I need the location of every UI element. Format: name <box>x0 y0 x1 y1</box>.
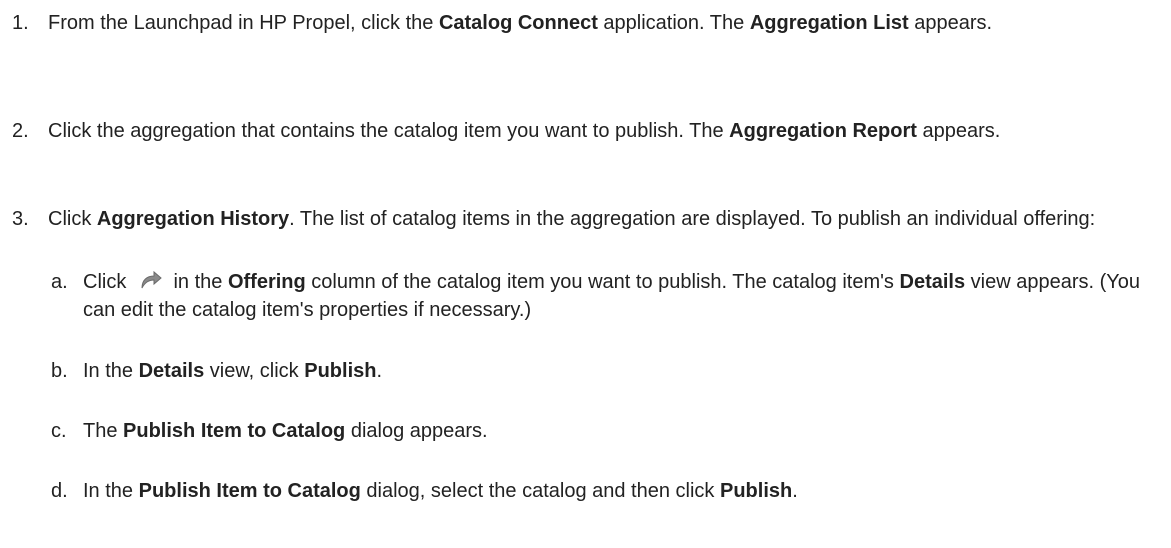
bold-term: Publish Item to Catalog <box>123 420 346 442</box>
text-run: . The list of catalog items in the aggre… <box>289 208 1096 230</box>
substep-text: Click in the Offering column of the cata… <box>83 268 1163 324</box>
text-run: Click <box>83 271 132 293</box>
bold-term: Publish Item to Catalog <box>138 480 361 502</box>
text-run: appears. <box>916 120 1001 142</box>
bold-term: Offering <box>227 271 306 293</box>
substep-text: The Publish Item to Catalog dialog appea… <box>83 417 1163 445</box>
text-run: Click <box>48 208 97 230</box>
text-run: In the <box>83 480 139 502</box>
text-run: In the <box>83 360 139 382</box>
procedure-document: 1. From the Launchpad in HP Propel, clic… <box>0 0 1171 548</box>
step-number: 3. <box>12 208 29 230</box>
step-2: 2. Click the aggregation that contains t… <box>0 117 1163 145</box>
text-run: column of the catalog item you want to p… <box>305 271 900 293</box>
step-text: From the Launchpad in HP Propel, click t… <box>48 9 1163 37</box>
bold-term: Aggregation History <box>96 208 290 230</box>
bold-term: Publish <box>719 480 793 502</box>
substep-letter: d. <box>51 480 68 502</box>
redo-arrow-icon <box>141 270 162 289</box>
substep-text: In the Details view, click Publish. <box>83 357 1163 385</box>
text-run: in the <box>167 271 228 293</box>
step-number: 2. <box>12 120 29 142</box>
step-3: 3. Click Aggregation History. The list o… <box>0 205 1163 233</box>
substep-a: a. Click in the Offering column of the c… <box>0 268 1163 324</box>
text-run: . <box>792 480 798 502</box>
text-run: . <box>376 360 383 382</box>
substep-letter: a. <box>51 271 68 293</box>
text-run: Click the aggregation that contains the … <box>48 120 730 142</box>
step-1: 1. From the Launchpad in HP Propel, clic… <box>0 9 1163 37</box>
bold-term: Details <box>899 271 966 293</box>
substep-d: d. In the Publish Item to Catalog dialog… <box>0 477 1163 505</box>
bold-term: Catalog Connect <box>438 12 598 34</box>
text-run: The <box>83 420 124 442</box>
bold-term: Details <box>138 360 205 382</box>
bold-term: Publish <box>304 360 377 382</box>
bold-term: Aggregation Report <box>729 120 917 142</box>
text-run: dialog, select the catalog and then clic… <box>360 480 720 502</box>
text-run: appears. <box>908 12 993 34</box>
step-text: Click the aggregation that contains the … <box>48 117 1163 145</box>
text-run: From the Launchpad in HP Propel, click t… <box>48 12 439 34</box>
substep-c: c. The Publish Item to Catalog dialog ap… <box>0 417 1163 445</box>
substep-letter: b. <box>51 360 68 382</box>
text-run: dialog appears. <box>345 420 488 442</box>
substep-letter: c. <box>51 420 67 442</box>
bold-term: Aggregation List <box>749 12 909 34</box>
step-number: 1. <box>12 12 29 34</box>
text-run: application. The <box>597 12 750 34</box>
text-run: view, click <box>204 360 305 382</box>
step-text: Click Aggregation History. The list of c… <box>48 205 1163 233</box>
substep-text: In the Publish Item to Catalog dialog, s… <box>83 477 1163 505</box>
substep-b: b. In the Details view, click Publish. <box>0 357 1163 385</box>
